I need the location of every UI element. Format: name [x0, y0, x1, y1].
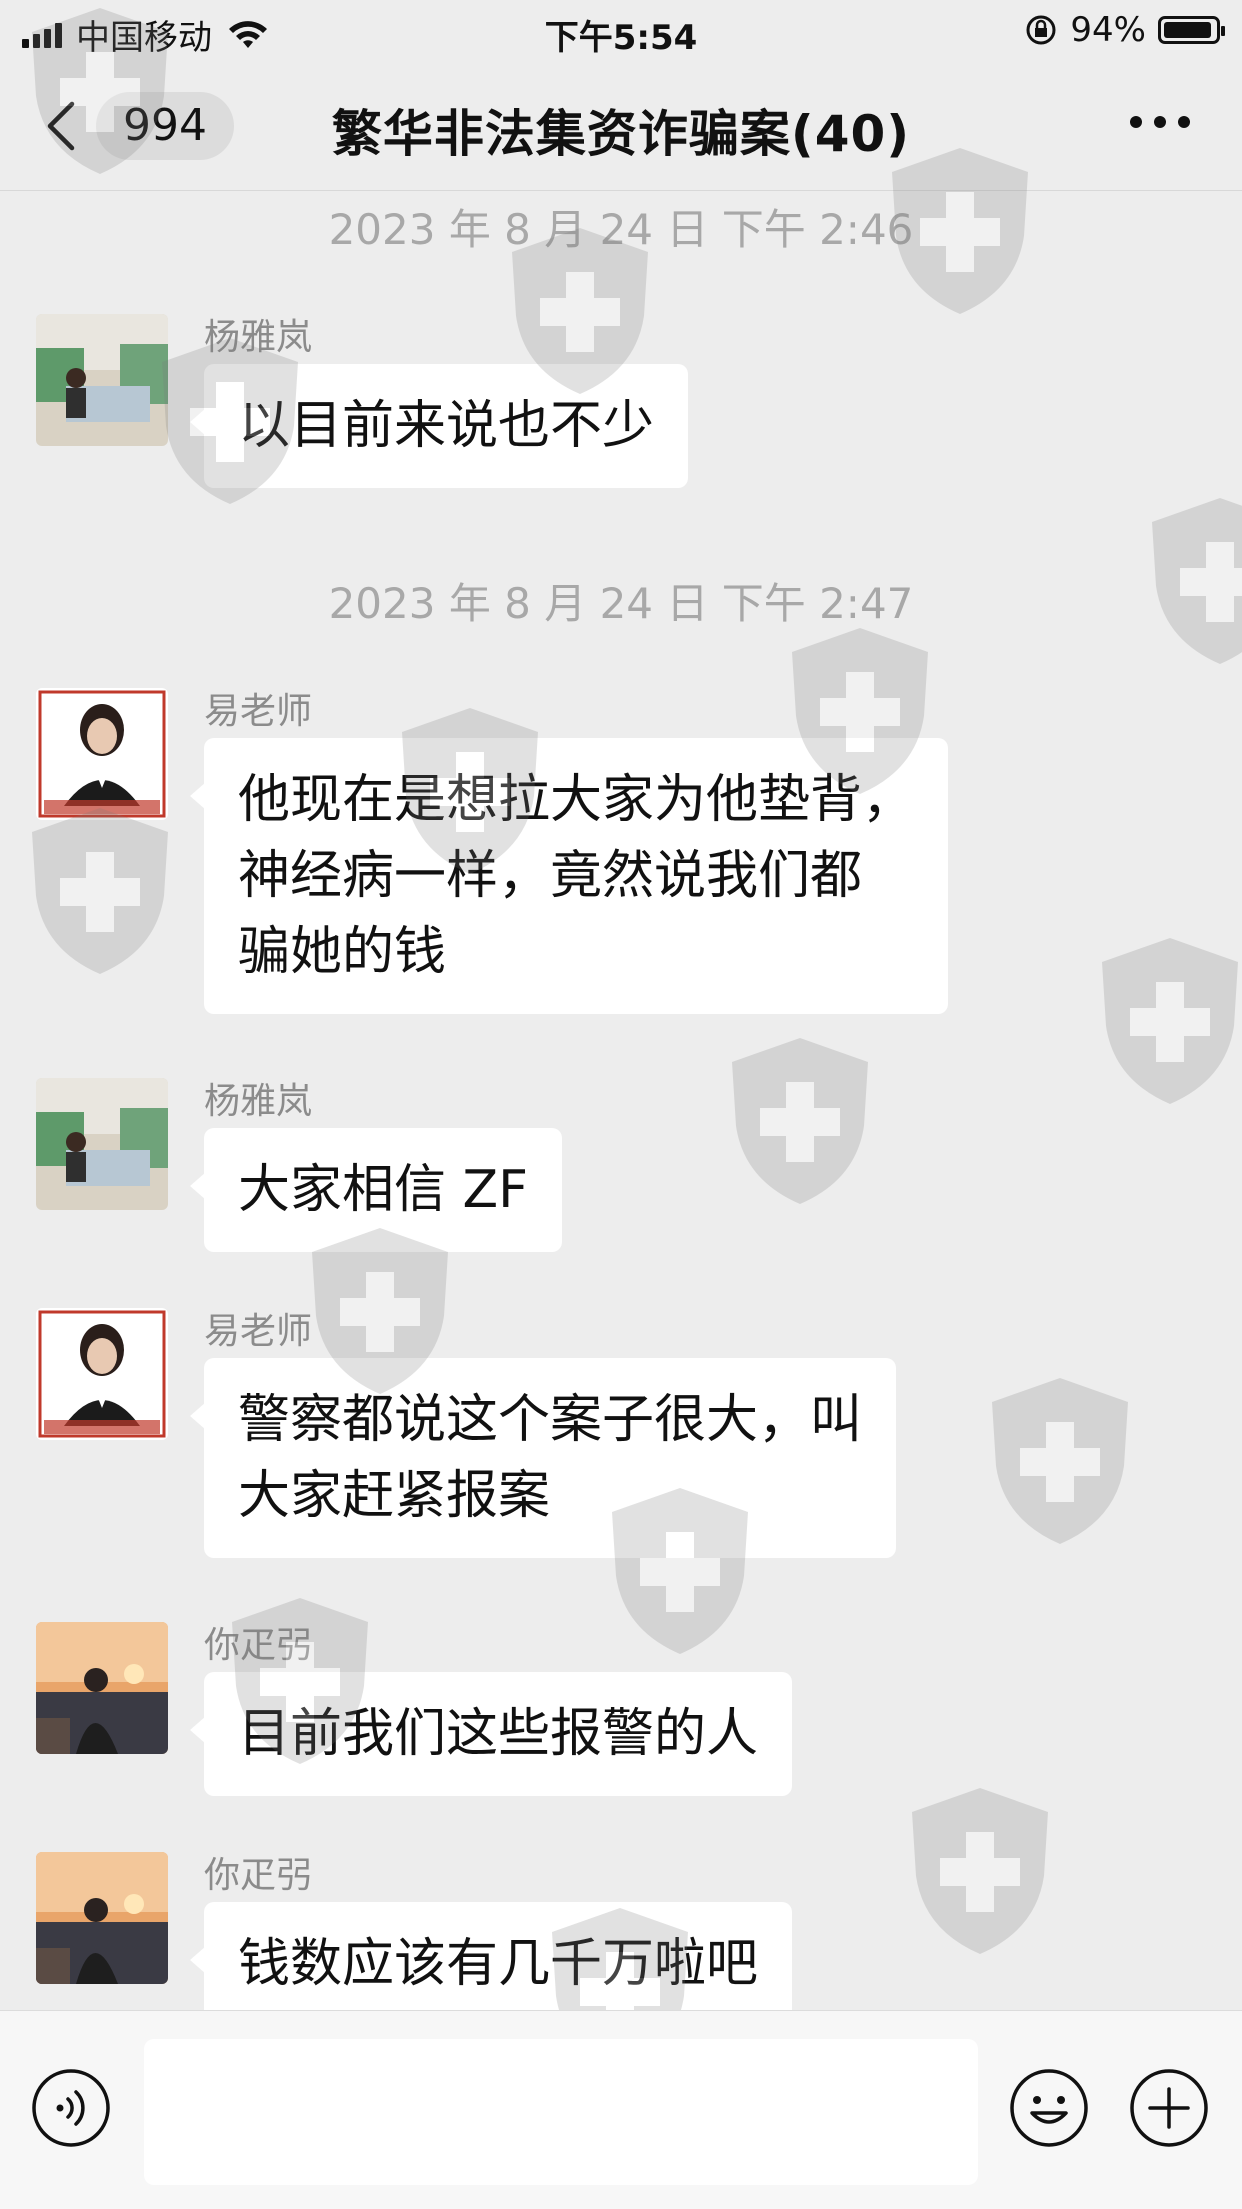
- plus-icon: [1130, 2069, 1208, 2147]
- avatar[interactable]: [36, 688, 168, 820]
- input-bar: [0, 2010, 1242, 2209]
- avatar-image: [36, 688, 168, 820]
- message-input[interactable]: [144, 2039, 978, 2185]
- emoji-button[interactable]: [1008, 2067, 1090, 2149]
- more-functions-button[interactable]: [1128, 2067, 1210, 2149]
- more-button[interactable]: [1130, 116, 1190, 128]
- voice-icon: [32, 2069, 110, 2147]
- more-dots-icon: [1130, 116, 1142, 128]
- avatar[interactable]: [36, 1852, 168, 1984]
- sender-name: 易老师: [204, 691, 313, 732]
- rotation-lock-icon: [1026, 15, 1056, 45]
- sender-name: 你疋弜: [204, 1625, 313, 1666]
- voice-button[interactable]: [30, 2067, 112, 2149]
- chat-header: 994 繁华非法集资诈骗案(40): [0, 62, 1242, 191]
- status-right: 94%: [1024, 10, 1225, 50]
- page-title: 繁华非法集资诈骗案(40): [331, 105, 911, 163]
- message-bubble[interactable]: 警察都说这个案子很大，叫 大家赶紧报案: [189, 1358, 897, 1558]
- emoji-icon: [1010, 2069, 1088, 2147]
- avatar-image: [36, 1852, 168, 1984]
- avatar[interactable]: [36, 1078, 168, 1210]
- sender-name: 易老师: [204, 1311, 313, 1352]
- battery-icon: [1158, 16, 1225, 44]
- avatar-image: [36, 1308, 168, 1440]
- avatar-image: [36, 1622, 168, 1754]
- message-bubble[interactable]: 他现在是想拉大家为他垫背， 神经病一样，竟然说我们都 骗她的钱: [189, 738, 949, 1014]
- timestamp: 2023 年 8 月 24 日 下午 2:46: [328, 205, 914, 254]
- sender-name: 你疋弜: [204, 1855, 313, 1896]
- timestamp: 2023 年 8 月 24 日 下午 2:47: [328, 579, 914, 628]
- avatar[interactable]: [36, 1622, 168, 1754]
- status-bar: 中国移动 下午5:54 94%: [0, 0, 1242, 62]
- sender-name: 杨雅岚: [204, 1081, 313, 1122]
- message-bubble[interactable]: 以目前来说也不少: [189, 364, 689, 488]
- sender-name: 杨雅岚: [204, 317, 313, 358]
- battery-percent: 94%: [1070, 10, 1146, 50]
- message-bubble[interactable]: 钱数应该有几千万啦吧: [189, 1902, 793, 2010]
- avatar-image: [36, 314, 168, 446]
- avatar[interactable]: [36, 314, 168, 446]
- message-bubble[interactable]: 大家相信 ZF: [189, 1128, 563, 1252]
- avatar-image: [36, 1078, 168, 1210]
- message-bubble[interactable]: 目前我们这些报警的人: [189, 1672, 793, 1796]
- chat-messages[interactable]: 2023 年 8 月 24 日 下午 2:46 杨雅岚 以目前来说也不少 202…: [0, 190, 1242, 2010]
- avatar[interactable]: [36, 1308, 168, 1440]
